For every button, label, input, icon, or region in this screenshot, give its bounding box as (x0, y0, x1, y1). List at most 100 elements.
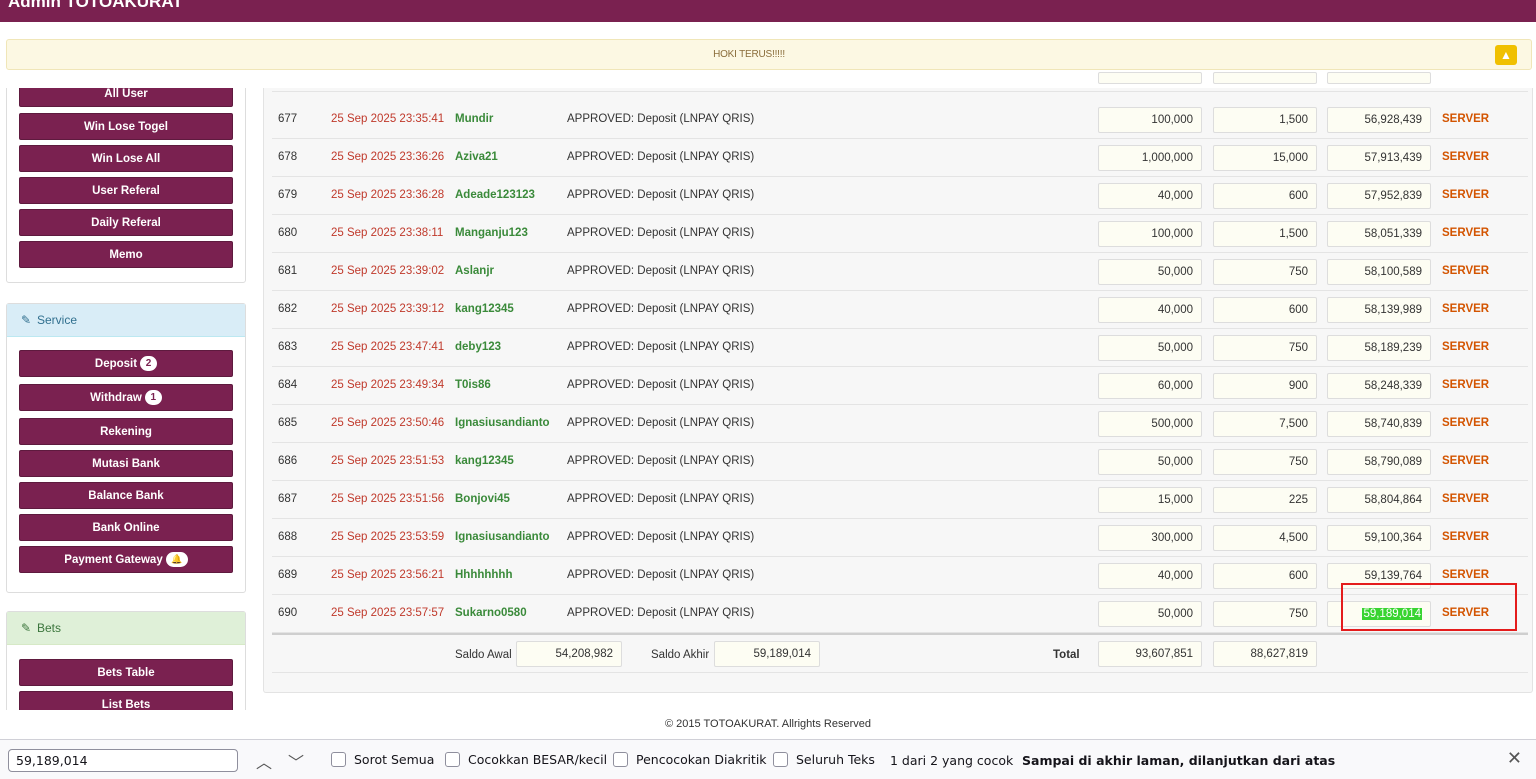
row-number: 686 (278, 455, 298, 467)
sidebar-item-deposit[interactable]: Deposit 2 (19, 350, 233, 377)
close-icon[interactable]: ✕ (1507, 748, 1522, 769)
row-amount: 60,000 (1098, 373, 1202, 399)
row-username[interactable]: Bonjovi45 (455, 493, 510, 505)
table-row: 687 25 Sep 2025 23:51:56 Bonjovi45 APPROVED… (272, 481, 1528, 519)
row-number: 683 (278, 341, 298, 353)
row-balance: 58,100,589 (1327, 259, 1431, 285)
row-description: APPROVED: Deposit (LNPAY QRIS) (567, 341, 755, 353)
row-username[interactable]: Adeade123123 (455, 189, 535, 201)
row-description: APPROVED: Deposit (LNPAY QRIS) (567, 303, 755, 315)
sidebar-item-mutasi-bank[interactable]: Mutasi Bank (19, 450, 233, 477)
sidebar-item-label: Daily Referal (91, 217, 161, 229)
brand-title[interactable]: Admin TOTOAKURAT (8, 0, 183, 12)
sidebar-item-list-bets[interactable]: List Bets (19, 691, 233, 710)
row-username[interactable]: Sukarno0580 (455, 607, 527, 619)
row-fee: 750 (1213, 335, 1317, 361)
row-balance: 58,740,839 (1327, 411, 1431, 437)
table-row: 679 25 Sep 2025 23:36:28 Adeade123123 APPRO… (272, 177, 1528, 215)
count-badge: 1 (144, 390, 162, 406)
row-fee: 750 (1213, 601, 1317, 627)
find-previous-icon[interactable]: ︿ (256, 749, 272, 773)
sidebar-item-label: Mutasi Bank (92, 458, 160, 470)
highlight-all-checkbox[interactable]: Sorot Semua (331, 751, 434, 767)
table-row: 688 25 Sep 2025 23:53:59 Ignasiusandianto A… (272, 519, 1528, 557)
row-amount: 40,000 (1098, 563, 1202, 589)
row-date: 25 Sep 2025 23:49:34 (331, 379, 445, 391)
row-date: 25 Sep 2025 23:39:12 (331, 303, 445, 315)
sidebar-item-rekening[interactable]: Rekening (19, 418, 233, 445)
find-next-icon[interactable]: ﹀ (288, 749, 304, 773)
sidebar-item-label: All User (104, 88, 148, 100)
service-title: Service (37, 313, 78, 327)
row-date: 25 Sep 2025 23:38:11 (331, 227, 444, 239)
row-balance: 58,189,239 (1327, 335, 1431, 361)
whole-words-checkbox[interactable]: Seluruh Teks (773, 751, 875, 767)
row-fee: 1,500 (1213, 221, 1317, 247)
row-balance: 59,100,364 (1327, 525, 1431, 551)
row-source: SERVER (1442, 341, 1490, 353)
row-username[interactable]: kang12345 (455, 455, 514, 467)
match-diacritics-checkbox[interactable]: Pencocokan Diakritik (613, 751, 767, 767)
row-username[interactable]: Hhhhhhhh (455, 569, 512, 581)
sidebar-item-daily-referal[interactable]: Daily Referal (19, 209, 233, 236)
row-username[interactable]: deby123 (455, 341, 501, 353)
find-input[interactable]: 59,189,014 (8, 749, 238, 772)
row-amount: 40,000 (1098, 183, 1202, 209)
footer: © 2015 TOTOAKURAT. Allrights Reserved (665, 718, 871, 730)
sidebar-item-bank-online[interactable]: Bank Online (19, 514, 233, 541)
row-balance: 57,913,439 (1327, 145, 1431, 171)
row-username[interactable]: kang12345 (455, 303, 514, 315)
row-username[interactable]: Aslanjr (455, 265, 494, 277)
sidebar-item-bets-table[interactable]: Bets Table (19, 659, 233, 686)
sidebar-item-all-user[interactable]: All User (19, 88, 233, 107)
row-username[interactable]: Manganju123 (455, 227, 528, 239)
sidebar-item-label: Rekening (100, 426, 152, 438)
table-row: 680 25 Sep 2025 23:38:11 Manganju123 APPROV… (272, 215, 1528, 253)
sidebar-item-payment-gateway[interactable]: Payment Gateway 🔔 (19, 546, 233, 573)
sidebar-item-withdraw[interactable]: Withdraw 1 (19, 384, 233, 411)
annotation-highlight-box (1341, 583, 1517, 631)
row-number: 682 (278, 303, 298, 315)
sidebar-item-label: Bank Online (92, 522, 160, 534)
row-balance: 58,051,339 (1327, 221, 1431, 247)
row-date: 25 Sep 2025 23:51:56 (331, 493, 445, 505)
row-source: SERVER (1442, 303, 1490, 315)
row-amount: 50,000 (1098, 601, 1202, 627)
sidebar-item-memo[interactable]: Memo (19, 241, 233, 268)
row-number: 677 (278, 113, 298, 125)
row-number: 680 (278, 227, 298, 239)
match-diacritics-label: Pencocokan Diakritik (636, 752, 767, 767)
service-panel-header: ✎ Service (7, 304, 245, 337)
row-username[interactable]: Ignasiusandianto (455, 417, 550, 429)
row-date: 25 Sep 2025 23:56:21 (331, 569, 445, 581)
row-source: SERVER (1442, 569, 1490, 581)
row-amount: 50,000 (1098, 449, 1202, 475)
sidebar-item-win-lose-togel[interactable]: Win Lose Togel (19, 113, 233, 140)
table-row-partial (272, 72, 1528, 92)
bell-icon: 🔔 (165, 552, 188, 568)
sidebar-item-label: Win Lose All (91, 153, 161, 165)
row-username[interactable]: Ignasiusandianto (455, 531, 550, 543)
edit-icon: ✎ (21, 313, 32, 327)
row-username[interactable]: Aziva21 (455, 151, 498, 163)
row-username[interactable]: Mundir (455, 113, 493, 125)
sidebar-item-label: Bets Table (97, 667, 155, 679)
row-amount: 100,000 (1098, 107, 1202, 133)
sidebar-item-label: Deposit (94, 358, 138, 370)
row-description: APPROVED: Deposit (LNPAY QRIS) (567, 607, 755, 619)
row-date: 25 Sep 2025 23:36:26 (331, 151, 445, 163)
row-fee: 225 (1213, 487, 1317, 513)
row-fee: 600 (1213, 563, 1317, 589)
row-description: APPROVED: Deposit (LNPAY QRIS) (567, 151, 755, 163)
match-case-checkbox[interactable]: Cocokkan BESAR/kecil (445, 751, 607, 767)
row-date: 25 Sep 2025 23:50:46 (331, 417, 445, 429)
sidebar-item-win-lose-all[interactable]: Win Lose All (19, 145, 233, 172)
table-row: 677 25 Sep 2025 23:35:41 Mundir APPROVED: D… (272, 101, 1528, 139)
row-username[interactable]: T0is86 (455, 379, 491, 391)
chevron-up-icon[interactable]: ▲ (1495, 45, 1517, 65)
row-balance: 56,928,439 (1327, 107, 1431, 133)
row-description: APPROVED: Deposit (LNPAY QRIS) (567, 265, 755, 277)
sidebar-item-balance-bank[interactable]: Balance Bank (19, 482, 233, 509)
sidebar-item-user-referal[interactable]: User Referal (19, 177, 233, 204)
row-number: 689 (278, 569, 298, 581)
